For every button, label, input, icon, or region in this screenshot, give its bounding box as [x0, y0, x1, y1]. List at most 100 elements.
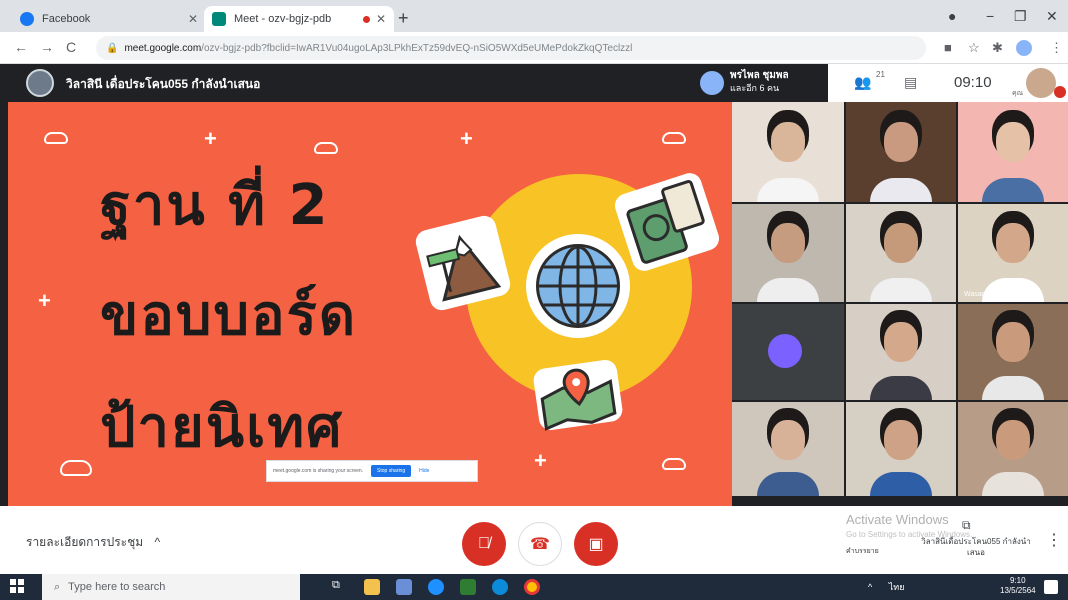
camera-off-button[interactable]: ▣	[574, 522, 618, 566]
hide-share-bar-button[interactable]: Hide	[419, 468, 429, 474]
top-right-controls: 👥 21 ▤ 09:10 คุณ	[828, 64, 1068, 102]
system-tray[interactable]: ^ ไทย	[868, 580, 904, 594]
tab-label: Meet - ozv-bgjz-pdb	[234, 13, 332, 25]
more-options-icon[interactable]: ⋮	[1046, 530, 1062, 550]
self-view-thumbnail[interactable]	[1026, 68, 1056, 98]
participant-body	[982, 178, 1044, 202]
address-bar[interactable]: 🔒 meet.google.com /ozv-bgjz-pdb?fbclid=I…	[96, 36, 926, 60]
participant-tile[interactable]	[732, 204, 844, 302]
close-icon[interactable]: ✕	[188, 12, 198, 26]
bookmark-star-icon[interactable]: ☆	[968, 40, 980, 56]
notification-badge	[1054, 86, 1066, 98]
participant-face	[771, 122, 805, 162]
participant-face	[884, 223, 918, 264]
url-domain: meet.google.com	[124, 42, 202, 54]
edge-new-icon[interactable]	[492, 579, 508, 595]
store-icon[interactable]	[396, 579, 412, 595]
task-view-icon[interactable]: ⧉	[332, 579, 348, 595]
line-app-icon[interactable]	[460, 579, 476, 595]
taskbar-clock[interactable]: 9:10 13/5/2564	[1000, 576, 1036, 596]
participant-tile[interactable]	[732, 102, 844, 202]
participant-face	[771, 223, 805, 264]
phone-hangup-icon: ☎	[530, 536, 550, 553]
browser-menu-icon[interactable]: ⋮	[1050, 40, 1063, 56]
participant-face	[771, 419, 805, 460]
slide-title-line1: ฐาน ที่ 2	[100, 173, 330, 238]
forward-button[interactable]: →	[40, 39, 54, 55]
close-icon[interactable]: ✕	[376, 12, 386, 26]
language-label: ไทย	[888, 582, 905, 592]
leave-call-button[interactable]: ☎	[518, 522, 562, 566]
meeting-details-button[interactable]: รายละเอียดการประชุม ^	[26, 533, 160, 552]
pinned-user-avatar[interactable]	[700, 71, 724, 95]
sparkle-icon: +	[38, 288, 51, 313]
activate-windows-watermark: Activate Windows	[846, 512, 949, 527]
notification-center-icon[interactable]	[1044, 580, 1058, 594]
participant-body	[982, 472, 1044, 496]
globe-icon	[536, 244, 620, 328]
recording-dot-icon	[362, 15, 370, 23]
mic-off-icon: 🎙̸	[478, 535, 490, 552]
pinned-user-others: และอีก 6 คน	[730, 83, 780, 93]
minimize-button[interactable]: −	[986, 8, 994, 24]
participant-tile[interactable]	[958, 402, 1068, 496]
taskbar-search-box[interactable]: ⌕ Type here to search	[42, 574, 300, 600]
window-close-button[interactable]: ✕	[1046, 8, 1058, 25]
captions-button[interactable]: คำบรรยาย	[846, 546, 879, 557]
maximize-button[interactable]: ❐	[1014, 8, 1027, 25]
meeting-controls-bar: รายละเอียดการประชุม ^ 🎙̸ ☎ ▣ Activate Wi…	[0, 506, 1068, 574]
participant-face	[884, 419, 918, 460]
chrome-icon[interactable]	[524, 579, 540, 595]
participant-face	[884, 322, 918, 363]
new-tab-button[interactable]: +	[398, 8, 409, 29]
windows-start-icon[interactable]	[10, 579, 24, 593]
participant-tile[interactable]	[732, 304, 844, 400]
file-explorer-icon[interactable]	[364, 579, 380, 595]
tab-facebook[interactable]: Facebook ✕	[12, 6, 206, 32]
participant-tile[interactable]	[846, 204, 956, 302]
taskbar-date: 13/5/2564	[1000, 586, 1036, 595]
windows-taskbar: ⌕ Type here to search ⧉ ^ ไทย 9:10 13/5/…	[0, 574, 1068, 600]
reload-button[interactable]: C	[66, 39, 76, 55]
people-icon[interactable]: 👥	[854, 74, 871, 91]
tab-meet[interactable]: Meet - ozv-bgjz-pdb ✕	[204, 6, 394, 32]
browser-toolbar: ← → C 🔒 meet.google.com /ozv-bgjz-pdb?fb…	[0, 32, 1068, 64]
chat-icon[interactable]: ▤	[904, 74, 917, 91]
stop-sharing-button[interactable]: Stop sharing	[371, 465, 412, 477]
participant-face	[996, 419, 1030, 460]
participant-tile[interactable]: Wasana Suk	[958, 204, 1068, 302]
participant-name: Wasana Suk	[964, 291, 1004, 298]
participant-body	[757, 178, 819, 202]
participant-tile[interactable]	[846, 402, 956, 496]
participant-face	[996, 223, 1030, 264]
cloud-icon	[44, 132, 68, 144]
participant-count: 21	[876, 70, 885, 79]
presenter-title: วิลาสินี เดื่อประโคน055 กำลังนำเสนอ	[66, 77, 261, 91]
participant-tile[interactable]	[846, 102, 956, 202]
profile-indicator-icon[interactable]: ●	[948, 8, 956, 24]
pinned-user-name: พรไพล ชุมพล	[730, 70, 789, 81]
extensions-icon[interactable]: ✱	[992, 40, 1003, 56]
mic-off-button[interactable]: 🎙̸	[462, 522, 506, 566]
edge-icon[interactable]	[428, 579, 444, 595]
taskbar-time: 9:10	[1010, 576, 1026, 585]
taskbar-search-placeholder: Type here to search	[68, 581, 166, 593]
camera-off-icon: ▣	[588, 536, 604, 553]
present-status-label[interactable]: วิลาสินีเดื่อประโคน055 กำลังนำเสนอ	[920, 536, 1032, 558]
profile-avatar[interactable]	[1016, 40, 1032, 56]
user-avatar-icon	[768, 334, 802, 368]
participant-tile[interactable]	[846, 304, 956, 400]
meet-icon	[212, 12, 226, 26]
participant-face	[884, 122, 918, 162]
back-button[interactable]: ←	[14, 39, 28, 55]
lock-icon: 🔒	[106, 42, 119, 54]
participant-body	[870, 278, 932, 302]
sparkle-icon: +	[460, 126, 473, 151]
participant-tile[interactable]	[958, 304, 1068, 400]
screen-share-bar: meet.google.com is sharing your screen. …	[266, 460, 478, 482]
participant-tile[interactable]	[958, 102, 1068, 202]
camera-permission-icon[interactable]: ■	[944, 40, 952, 55]
participant-tile[interactable]	[732, 402, 844, 496]
browser-tab-strip: Facebook ✕ Meet - ozv-bgjz-pdb ✕ + ● − ❐…	[0, 0, 1068, 32]
present-screen-icon[interactable]: ⧉	[962, 518, 971, 533]
